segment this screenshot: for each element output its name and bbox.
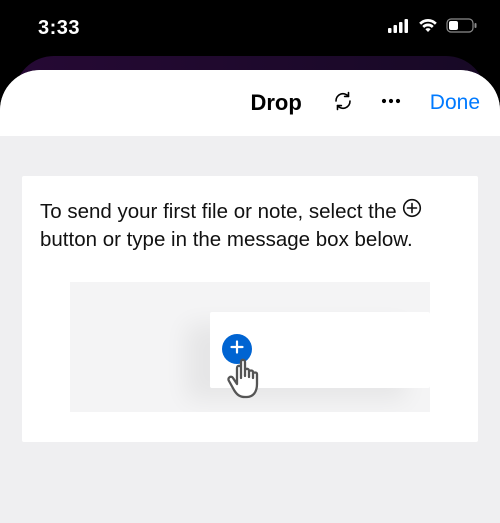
instruction-post: button or type in the message box below. bbox=[40, 228, 413, 251]
page-title: Drop bbox=[250, 90, 301, 116]
instruction-text: To send your first file or note, select … bbox=[40, 198, 460, 254]
instruction-pre: To send your first file or note, select … bbox=[40, 200, 402, 223]
wifi-icon bbox=[417, 18, 439, 38]
status-icons bbox=[388, 18, 478, 38]
cellular-icon bbox=[388, 19, 410, 38]
modal-sheet: Drop bbox=[0, 70, 500, 523]
done-button[interactable]: Done bbox=[430, 91, 480, 115]
onboarding-card: To send your first file or note, select … bbox=[22, 176, 478, 442]
sync-button[interactable] bbox=[328, 88, 358, 118]
plus-circle-icon bbox=[402, 198, 422, 226]
onboarding-illustration bbox=[70, 282, 430, 412]
more-button[interactable] bbox=[376, 88, 406, 118]
ellipsis-icon bbox=[379, 89, 403, 118]
status-bar: 3:33 bbox=[0, 0, 500, 56]
battery-icon bbox=[446, 18, 478, 38]
sync-icon bbox=[331, 89, 355, 118]
pointer-hand-icon bbox=[224, 354, 268, 411]
status-time: 3:33 bbox=[38, 17, 80, 40]
navbar: Drop bbox=[0, 70, 500, 136]
